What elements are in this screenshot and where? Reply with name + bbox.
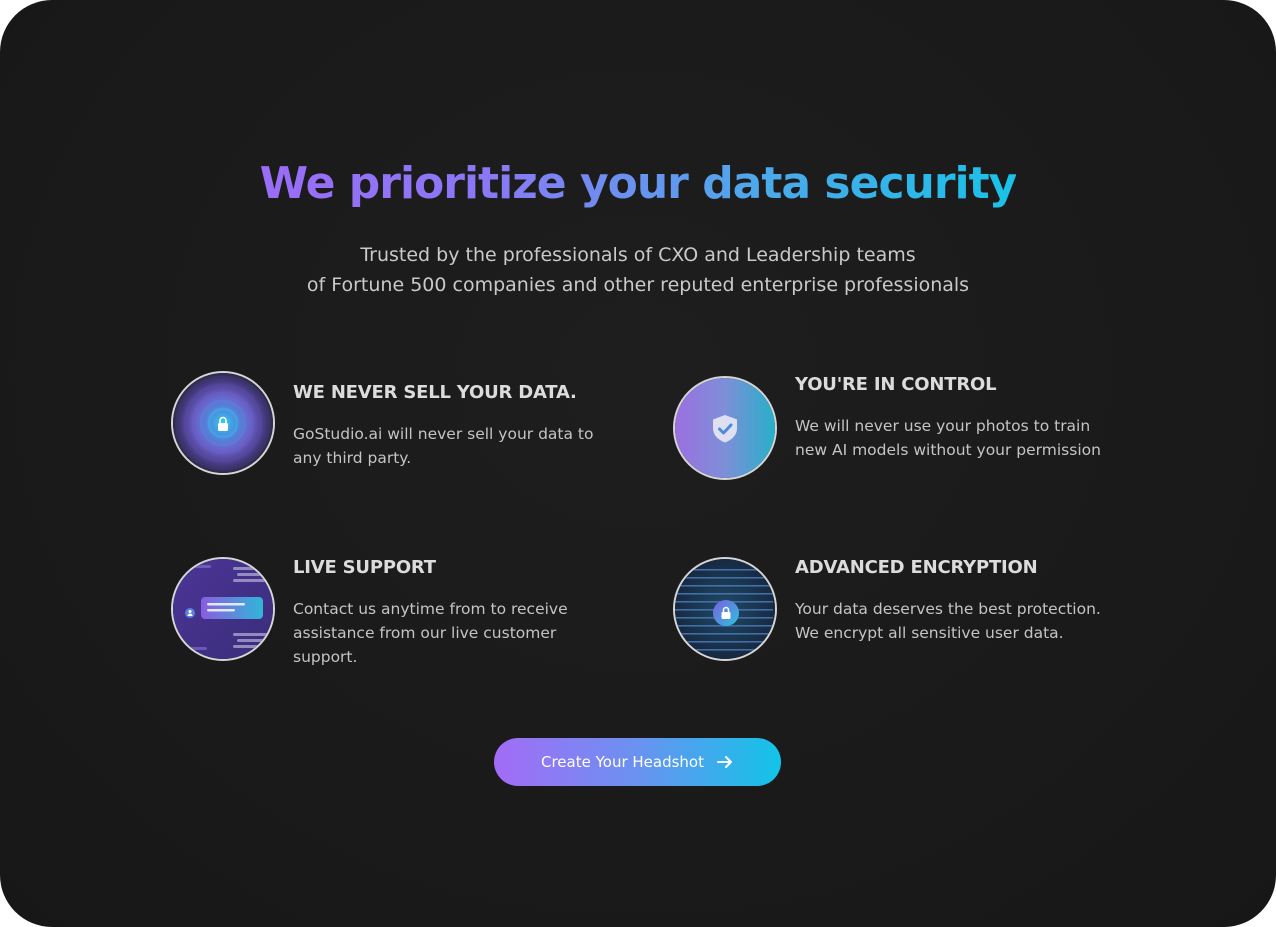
lock-icon — [171, 371, 275, 475]
encrypted-lock-icon — [673, 557, 777, 661]
feature-title-encryption: ADVANCED ENCRYPTION — [795, 557, 1038, 578]
chat-support-icon — [171, 557, 275, 661]
section-title-text: We prioritize your data security — [259, 158, 1018, 209]
arrow-right-icon — [716, 753, 734, 771]
create-headshot-button-label: Create Your Headshot — [540, 753, 704, 771]
section-subtitle-line-1: Trusted by the professionals of CXO and … — [360, 244, 916, 266]
feature-title-never-sell: WE NEVER SELL YOUR DATA. — [293, 382, 577, 403]
feature-desc-in-control: We will never use your photos to train n… — [795, 417, 1101, 459]
feature-desc-encryption: Your data deserves the best protection. … — [795, 600, 1101, 642]
shield-check-icon — [673, 376, 777, 480]
feature-desc-never-sell: GoStudio.ai will never sell your data to… — [293, 425, 594, 467]
section-subtitle-line-2: of Fortune 500 companies and other reput… — [306, 274, 970, 296]
section-title: We prioritize your data security — [0, 152, 1276, 216]
security-section: We prioritize your data security Trusted… — [0, 0, 1276, 927]
feature-title-in-control: YOU'RE IN CONTROL — [795, 374, 997, 395]
feature-desc-live-support: Contact us anytime from to receive assis… — [293, 600, 568, 666]
feature-title-live-support: LIVE SUPPORT — [293, 557, 436, 578]
create-headshot-button[interactable]: Create Your Headshot — [494, 738, 781, 786]
